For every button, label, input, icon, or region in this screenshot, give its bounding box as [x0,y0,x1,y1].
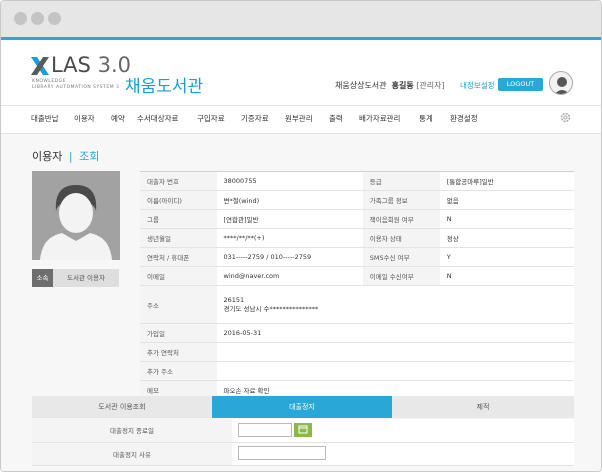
address-line: 경기도 성남시 수*************** [223,304,319,313]
reason-cell [232,442,574,466]
gear-icon[interactable] [559,111,572,124]
tab-bar: 도서관 이용조회 대출정지 제적 [32,396,574,418]
affiliation-tag-label: 소속 [32,269,53,287]
table-row: 가입일 2016-05-31 [140,323,574,343]
menu-item-loan-return[interactable]: 대출반납 [31,113,59,124]
reason-input[interactable] [238,445,326,460]
end-date-cell [232,419,574,443]
menu-item-acquisition-targets[interactable]: 수서대상자료 [137,113,178,124]
table-row: 추가 주소 [140,361,574,381]
email-recv-value: N [439,266,574,286]
menu-item-print[interactable]: 출력 [329,113,343,124]
address-value: 26151 경기도 성남시 수*************** [216,285,574,324]
menu-item-purchased[interactable]: 구입자료 [197,113,225,124]
sms-value: Y [439,247,574,267]
menu-item-statistics[interactable]: 통계 [419,113,433,124]
library-name: 채움도서관 [125,77,204,97]
extra-address-label: 추가 주소 [140,361,217,381]
end-date-input[interactable] [238,423,292,438]
grade-value: [통합공마루]일반 [439,171,574,191]
affiliation-tag-value: 도서관 이용자 [53,269,119,287]
breadcrumb-section[interactable]: 이용자 [32,150,62,163]
table-row: 생년월일 ****/**/**(+) 이용자 상태 정상 [140,228,574,248]
tab-removal[interactable]: 제적 [392,396,574,418]
address-zip: 26151 [223,295,245,304]
member-label: 책이음회원 여부 [362,209,440,229]
extra-phone-label: 추가 연락처 [140,342,217,362]
name-label: 이름(아이디) [140,190,217,210]
breadcrumb-separator: | [68,150,73,163]
user-library: 채움상상도서관 [335,81,387,90]
end-date-label: 대출정지 종료일 [32,419,232,443]
window-titlebar [1,1,601,37]
address-label: 주소 [140,285,217,324]
calendar-icon [298,425,308,434]
form-row: 대출정지 종료일 [32,419,574,443]
table-row: 그룹 [연합관]일반 책이음회원 여부 N [140,209,574,229]
logout-button[interactable]: LOGOUT [498,78,543,91]
menu-item-reservation[interactable]: 예약 [111,113,125,124]
family-group-label: 가족그룹 정보 [362,190,440,210]
breadcrumb: 이용자 | 조회 [32,148,99,164]
extra-phone-value [216,342,574,362]
loan-card-label: 대출자 번호 [140,171,217,191]
join-date-value: 2016-05-31 [216,323,574,343]
table-row: 대출자 번호 38000755 등급 [통합공마루]일반 [140,171,574,191]
suspension-form: 대출정지 종료일 대출정지 사유 [32,419,574,466]
user-info-table: 대출자 번호 38000755 등급 [통합공마루]일반 이름(아이디) 변*철… [140,171,574,400]
form-row: 대출정지 사유 [32,442,574,466]
logo-subtitle: KNOWLEDGE LIBRARY AUTOMATION SYSTEM 3 [32,79,120,90]
table-row: 주소 26151 경기도 성남시 수*************** [140,285,574,324]
window-control-dot[interactable] [31,12,44,25]
birth-value: ****/**/**(+) [216,228,363,248]
table-row: 추가 연락처 [140,342,574,362]
window-control-dot[interactable] [48,12,61,25]
name-value: 변*철(wind) [216,190,363,210]
tab-loan-suspension[interactable]: 대출정지 [212,396,392,418]
menu-divider [1,105,601,106]
app-window: LAS 3.0 KNOWLEDGE LIBRARY AUTOMATION SYS… [0,0,602,472]
user-silhouette-icon [32,171,120,260]
user-name: 홍길동 [391,81,414,90]
grade-label: 등급 [362,171,440,191]
reason-label: 대출정지 사유 [32,442,232,466]
sms-label: SMS수신 여부 [362,247,440,267]
menu-item-ledger[interactable]: 원부관리 [285,113,313,124]
user-avatar[interactable] [549,71,573,95]
breadcrumb-current: 조회 [79,150,100,163]
phone-label: 연락처 / 휴대폰 [140,247,217,267]
my-info-link[interactable]: 내정보설정 [460,80,495,91]
window-control-dot[interactable] [14,12,27,25]
table-row: 이메일 wind@naver.com 이메일 수신여부 N [140,266,574,286]
table-row: 이름(아이디) 변*철(wind) 가족그룹 정보 없음 [140,190,574,210]
user-silhouette-icon [554,77,570,94]
profile-photo [32,171,120,260]
menu-item-settings[interactable]: 환경설정 [450,113,478,124]
group-label: 그룹 [140,209,217,229]
menu-item-shelving[interactable]: 배가자료관리 [359,113,400,124]
calendar-button[interactable] [294,423,312,438]
user-status-label: 이용자 상태 [362,228,440,248]
loan-card-value: 38000755 [216,171,363,191]
group-value: [연합관]일반 [216,209,363,229]
table-row: 연락처 / 휴대폰 031-----2759 / 010-----2759 SM… [140,247,574,267]
header-accent-line [1,37,601,40]
user-info: 채움상상도서관 홍길동 [관리자] [335,80,445,91]
join-date-label: 가입일 [140,323,217,343]
family-group-value: 없음 [439,190,574,210]
user-role: [관리자] [416,81,445,90]
email-recv-label: 이메일 수신여부 [362,266,440,286]
email-value: wind@naver.com [216,266,363,286]
menu-item-users[interactable]: 이용자 [74,113,95,124]
extra-address-value [216,361,574,381]
las-logo-icon [31,57,49,75]
menu-item-donated[interactable]: 기증자료 [241,113,269,124]
user-status-value: 정상 [439,228,574,248]
logo-text: LAS 3.0 [51,53,131,77]
tab-library-usage[interactable]: 도서관 이용조회 [32,396,212,418]
birth-label: 생년월일 [140,228,217,248]
phone-value: 031-----2759 / 010-----2759 [216,247,363,267]
email-label: 이메일 [140,266,217,286]
member-value: N [439,209,574,229]
